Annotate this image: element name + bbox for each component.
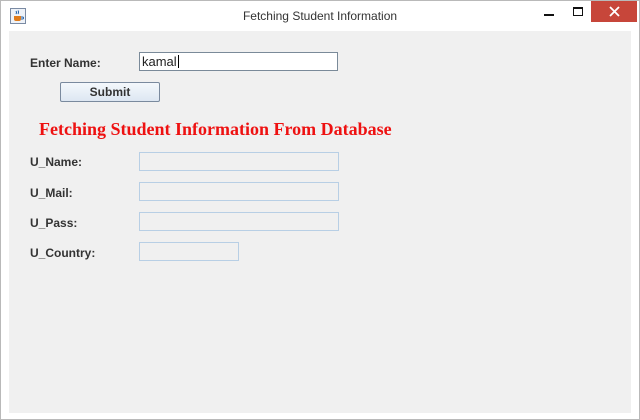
u-name-field[interactable] <box>139 152 339 171</box>
u-name-label: U_Name: <box>30 155 83 169</box>
minimize-button[interactable] <box>535 1 563 22</box>
text-caret <box>177 55 179 68</box>
u-mail-field[interactable] <box>139 182 339 201</box>
page-heading: Fetching Student Information From Databa… <box>39 119 392 139</box>
title-bar[interactable]: Fetching Student Information <box>1 1 639 31</box>
name-input-value: kamal <box>142 54 177 69</box>
u-pass-field[interactable] <box>139 212 339 231</box>
maximize-icon <box>573 6 583 16</box>
close-icon <box>608 6 620 17</box>
minimize-icon <box>544 13 554 16</box>
u-pass-label: U_Pass: <box>30 216 78 230</box>
u-country-field[interactable] <box>139 242 239 261</box>
submit-button[interactable]: Submit <box>60 82 160 102</box>
maximize-button[interactable] <box>564 1 592 22</box>
name-input[interactable]: kamal <box>139 52 338 71</box>
u-country-label: U_Country: <box>30 246 96 260</box>
u-mail-label: U_Mail: <box>30 186 73 200</box>
content-panel: Enter Name: kamal Submit Fetching Studen… <box>9 31 631 413</box>
enter-name-label: Enter Name: <box>30 56 101 70</box>
app-window: Fetching Student Information Enter Name:… <box>0 0 640 420</box>
close-button[interactable] <box>591 1 637 22</box>
